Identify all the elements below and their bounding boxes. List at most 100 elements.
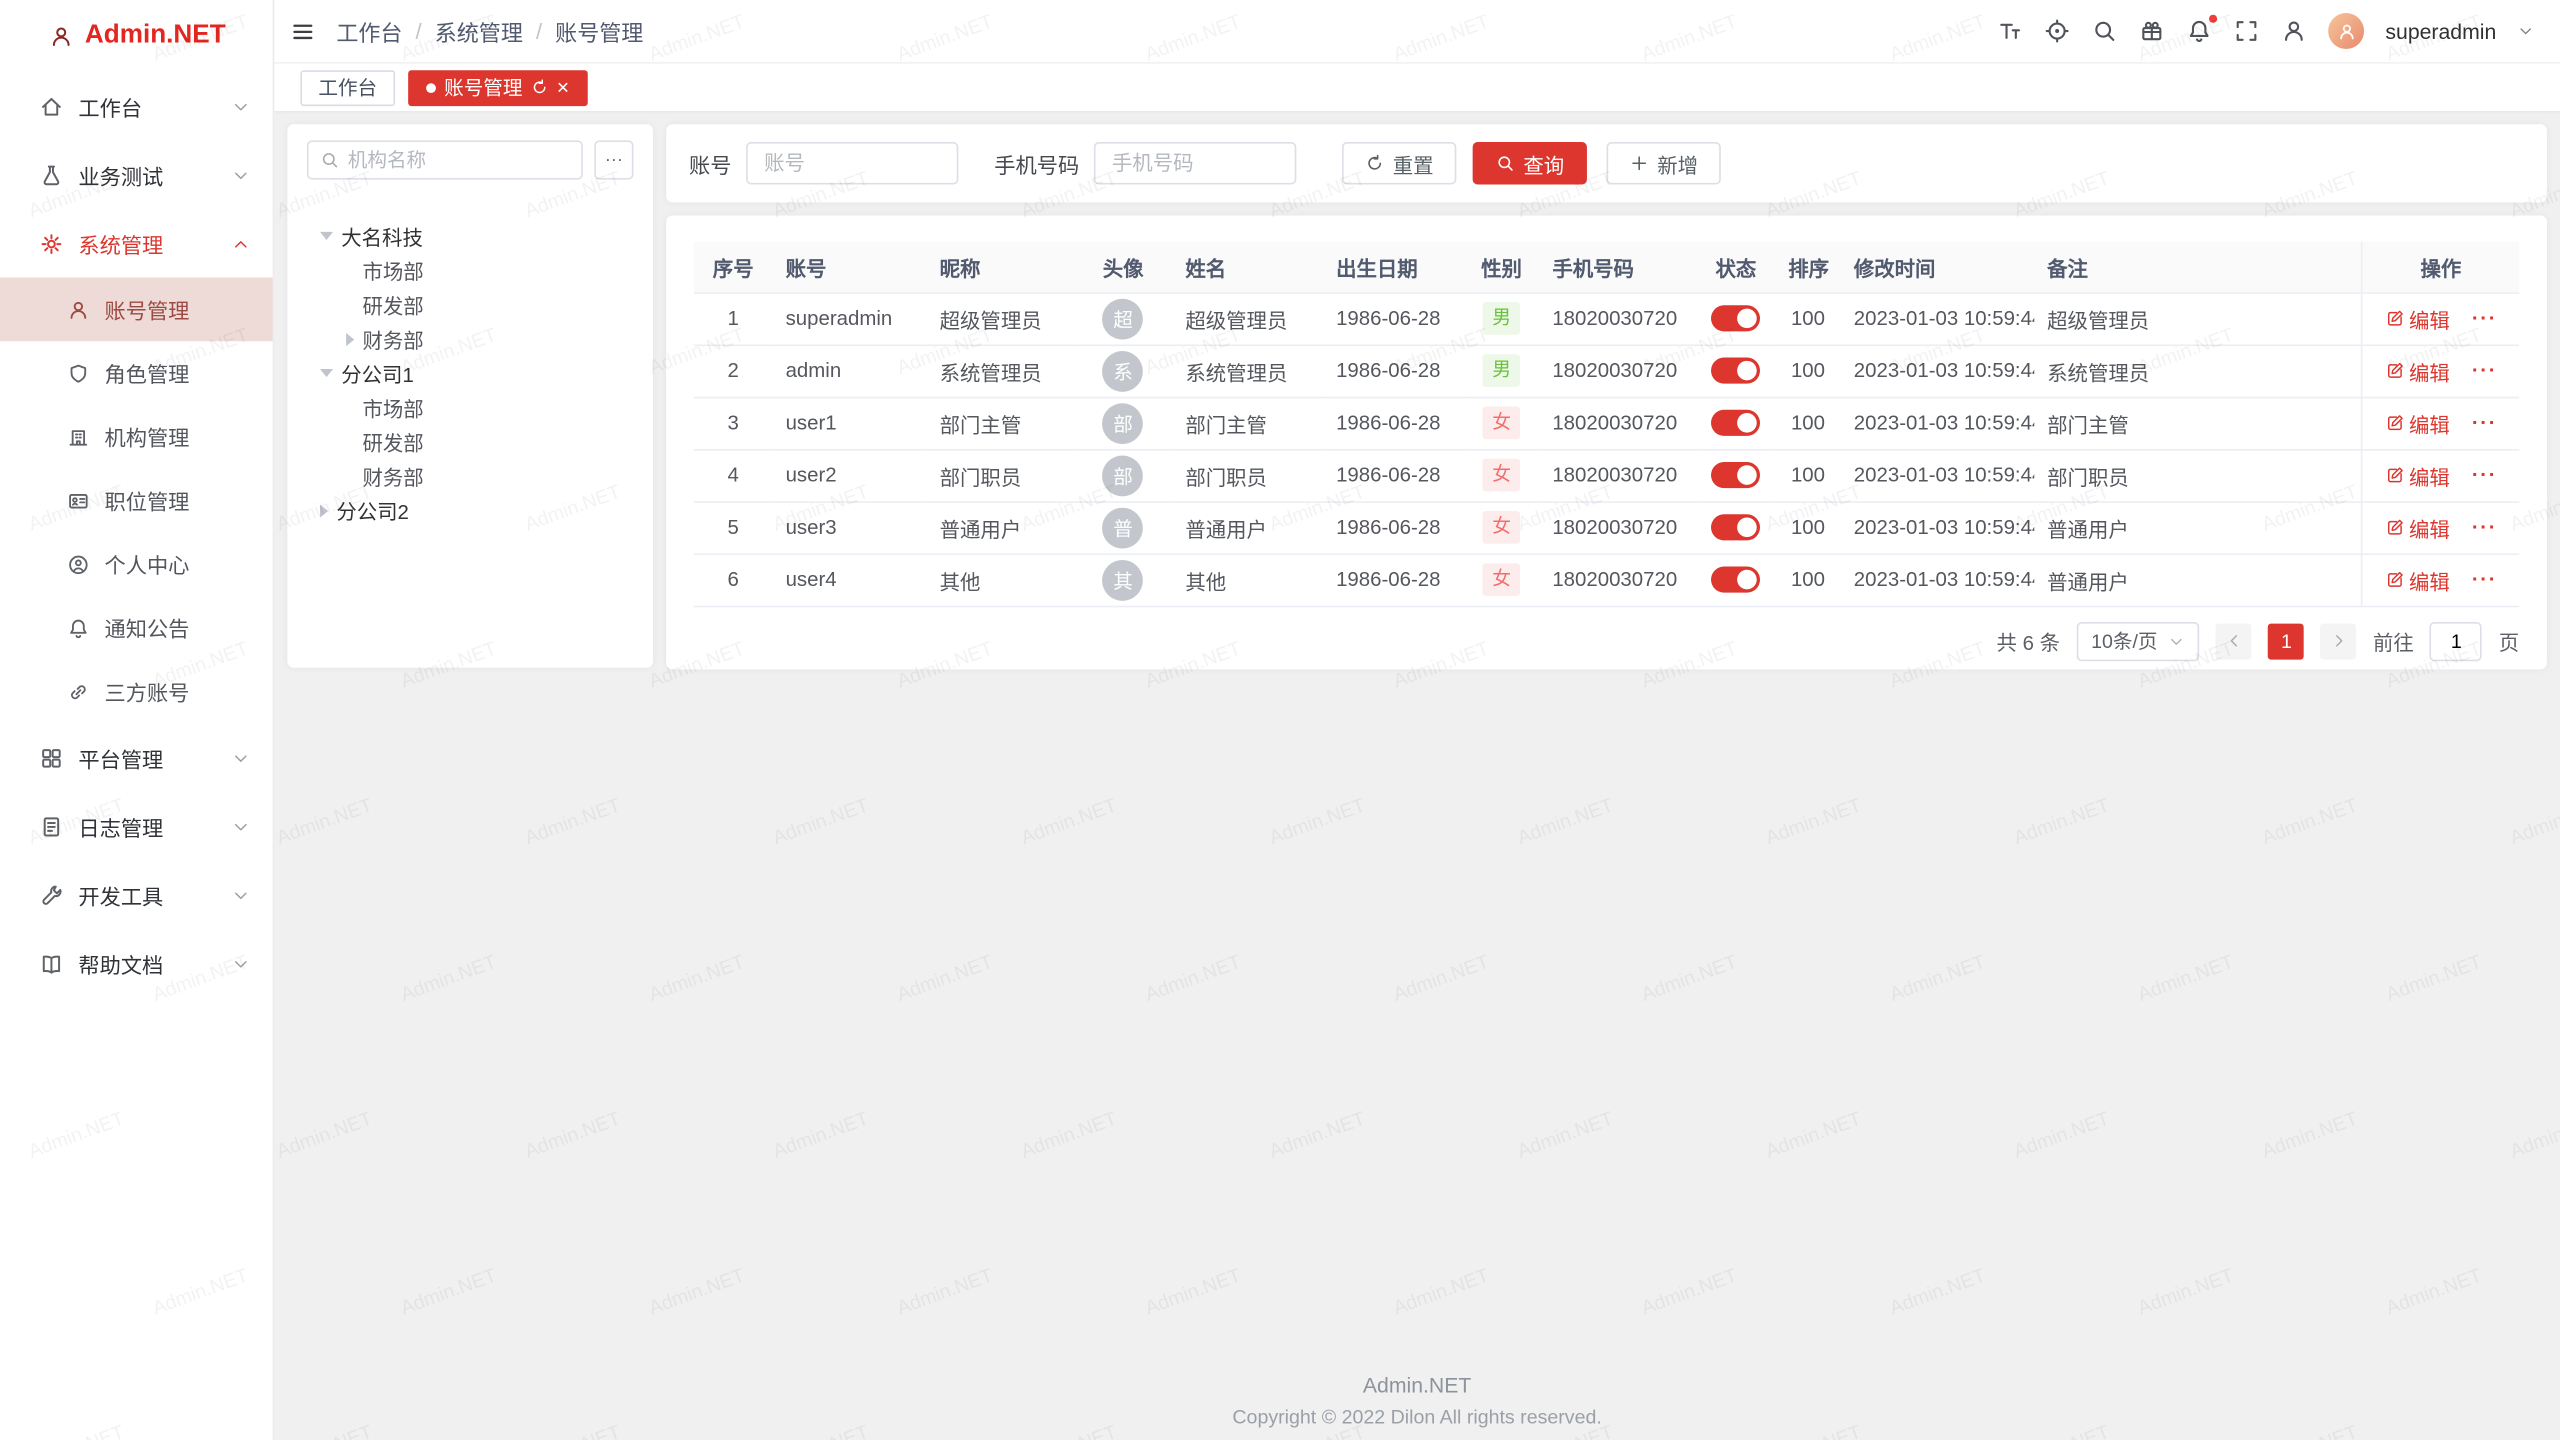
username[interactable]: superadmin [2385, 19, 2496, 43]
refresh-icon[interactable] [531, 78, 549, 96]
row-avatar: 部 [1103, 402, 1144, 443]
more-actions-icon[interactable]: ··· [2472, 359, 2497, 382]
more-actions-icon[interactable]: ··· [2472, 568, 2497, 591]
breadcrumb: 工作台 / 系统管理 / 账号管理 [336, 15, 643, 48]
caret-down-icon[interactable] [320, 232, 333, 240]
tab-workbench[interactable]: 工作台 [300, 69, 395, 105]
chevron-down-icon [232, 954, 250, 972]
caret-right-icon[interactable] [320, 504, 328, 517]
sidebar-item-org-management[interactable]: 机构管理 [0, 405, 273, 469]
menu-collapse-icon[interactable] [291, 19, 315, 43]
locate-icon[interactable] [2044, 18, 2070, 44]
org-more-button[interactable]: ··· [594, 140, 633, 179]
sidebar-item-workbench[interactable]: 工作台 [0, 72, 273, 141]
more-actions-icon[interactable]: ··· [2472, 307, 2497, 330]
page-number-current[interactable]: 1 [2269, 623, 2305, 659]
sidebar-item-label: 帮助文档 [78, 948, 163, 979]
status-toggle[interactable] [1711, 305, 1760, 331]
breadcrumb-item[interactable]: 工作台 [336, 15, 402, 48]
chevron-down-icon [232, 886, 250, 904]
status-toggle[interactable] [1711, 410, 1760, 436]
user-guide-icon[interactable] [2281, 18, 2307, 44]
gift-icon[interactable] [2139, 18, 2165, 44]
more-actions-icon[interactable]: ··· [2472, 516, 2497, 539]
sidebar-item-notice[interactable]: 通知公告 [0, 596, 273, 660]
edit-button[interactable]: 编辑 [2385, 355, 2450, 386]
sidebar-item-system-management[interactable]: 系统管理 [0, 209, 273, 278]
sidebar-item-third-party-account[interactable]: 三方账号 [0, 660, 273, 724]
sidebar-item-dev-tools[interactable]: 开发工具 [0, 860, 273, 929]
sidebar-item-help-docs[interactable]: 帮助文档 [0, 929, 273, 998]
sidebar-item-business-test[interactable]: 业务测试 [0, 140, 273, 209]
more-actions-icon[interactable]: ··· [2472, 411, 2497, 434]
sidebar-item-personal-center[interactable]: 个人中心 [0, 532, 273, 596]
sidebar-item-platform-management[interactable]: 平台管理 [0, 723, 273, 792]
table-row[interactable]: 1 superadmin 超级管理员 超 超级管理员 1986-06-28 男 … [694, 292, 2519, 344]
row-avatar: 系 [1103, 350, 1144, 391]
next-page-button[interactable] [2321, 623, 2357, 659]
breadcrumb-item[interactable]: 系统管理 [435, 15, 523, 48]
user-circle-icon [67, 553, 90, 576]
tab-account-management[interactable]: 账号管理 × [408, 69, 587, 105]
search-icon[interactable] [2092, 18, 2118, 44]
edit-button[interactable]: 编辑 [2385, 564, 2450, 595]
tree-node[interactable]: 市场部 [307, 253, 634, 287]
table-row[interactable]: 4 user2 部门职员 部 部门职员 1986-06-28 女 1802003… [694, 449, 2519, 501]
tree-node[interactable]: 分公司2 [307, 493, 634, 527]
more-actions-icon[interactable]: ··· [2472, 464, 2497, 487]
edit-button[interactable]: 编辑 [2385, 303, 2450, 334]
sidebar-item-account-management[interactable]: 账号管理 [0, 278, 273, 342]
phone-input[interactable] [1094, 142, 1296, 184]
user-avatar[interactable] [2328, 13, 2364, 49]
tree-node-label: 分公司2 [336, 495, 409, 526]
font-size-icon[interactable] [1997, 18, 2023, 44]
prev-page-button[interactable] [2216, 623, 2252, 659]
edit-button[interactable]: 编辑 [2385, 407, 2450, 438]
tree-node[interactable]: 市场部 [307, 390, 634, 424]
tree-node-label: 分公司1 [341, 358, 414, 389]
status-toggle[interactable] [1711, 567, 1760, 593]
table-row[interactable]: 2 admin 系统管理员 系 系统管理员 1986-06-28 男 18020… [694, 344, 2519, 396]
caret-down-icon[interactable] [320, 369, 333, 377]
notification-bell-icon[interactable] [2186, 18, 2212, 44]
table-row[interactable]: 5 user3 普通用户 普 普通用户 1986-06-28 女 1802003… [694, 501, 2519, 553]
search-icon [320, 150, 340, 170]
sidebar-item-log-management[interactable]: 日志管理 [0, 792, 273, 861]
tree-node[interactable]: 研发部 [307, 287, 634, 321]
logo[interactable]: Admin.NET [0, 0, 273, 72]
org-search-input[interactable] [348, 149, 570, 172]
cell-sort: 100 [1775, 553, 1841, 605]
reset-button[interactable]: 重置 [1342, 142, 1456, 184]
table-row[interactable]: 6 user4 其他 其 其他 1986-06-28 女 18020030720… [694, 553, 2519, 605]
tree-node[interactable]: 分公司1 [307, 356, 634, 390]
cell-nickname: 其他 [927, 553, 1074, 605]
chevron-down-icon[interactable] [2518, 23, 2534, 39]
org-panel: ··· 大名科技 市场部 研发部 财务部 [287, 124, 653, 668]
column-header: 姓名 [1172, 242, 1323, 293]
tree-node[interactable]: 研发部 [307, 424, 634, 458]
close-icon[interactable]: × [557, 77, 569, 98]
page-size-select[interactable]: 10条/页 [2076, 621, 2200, 660]
status-toggle[interactable] [1711, 462, 1760, 488]
add-button[interactable]: 新增 [1607, 142, 1721, 184]
search-button[interactable]: 查询 [1473, 142, 1587, 184]
column-header: 修改时间 [1841, 242, 2034, 293]
sidebar-item-role-management[interactable]: 角色管理 [0, 341, 273, 405]
cell-name: 部门职员 [1172, 449, 1323, 501]
status-toggle[interactable] [1711, 514, 1760, 540]
caret-right-icon[interactable] [346, 332, 354, 345]
sidebar-item-position-management[interactable]: 职位管理 [0, 469, 273, 533]
goto-page-input[interactable] [2430, 621, 2482, 660]
sidebar: Admin.NET 工作台 业务测试 系统管理 [0, 0, 274, 1440]
tree-node[interactable]: 大名科技 [307, 219, 634, 253]
cell-birthday: 1986-06-28 [1323, 397, 1464, 449]
edit-button[interactable]: 编辑 [2385, 460, 2450, 491]
cell-remark: 部门主管 [2034, 397, 2362, 449]
fullscreen-icon[interactable] [2234, 18, 2260, 44]
table-row[interactable]: 3 user1 部门主管 部 部门主管 1986-06-28 女 1802003… [694, 397, 2519, 449]
tree-node[interactable]: 财务部 [307, 459, 634, 493]
account-input[interactable] [746, 142, 958, 184]
tree-node[interactable]: 财务部 [307, 322, 634, 356]
status-toggle[interactable] [1711, 358, 1760, 384]
edit-button[interactable]: 编辑 [2385, 512, 2450, 543]
